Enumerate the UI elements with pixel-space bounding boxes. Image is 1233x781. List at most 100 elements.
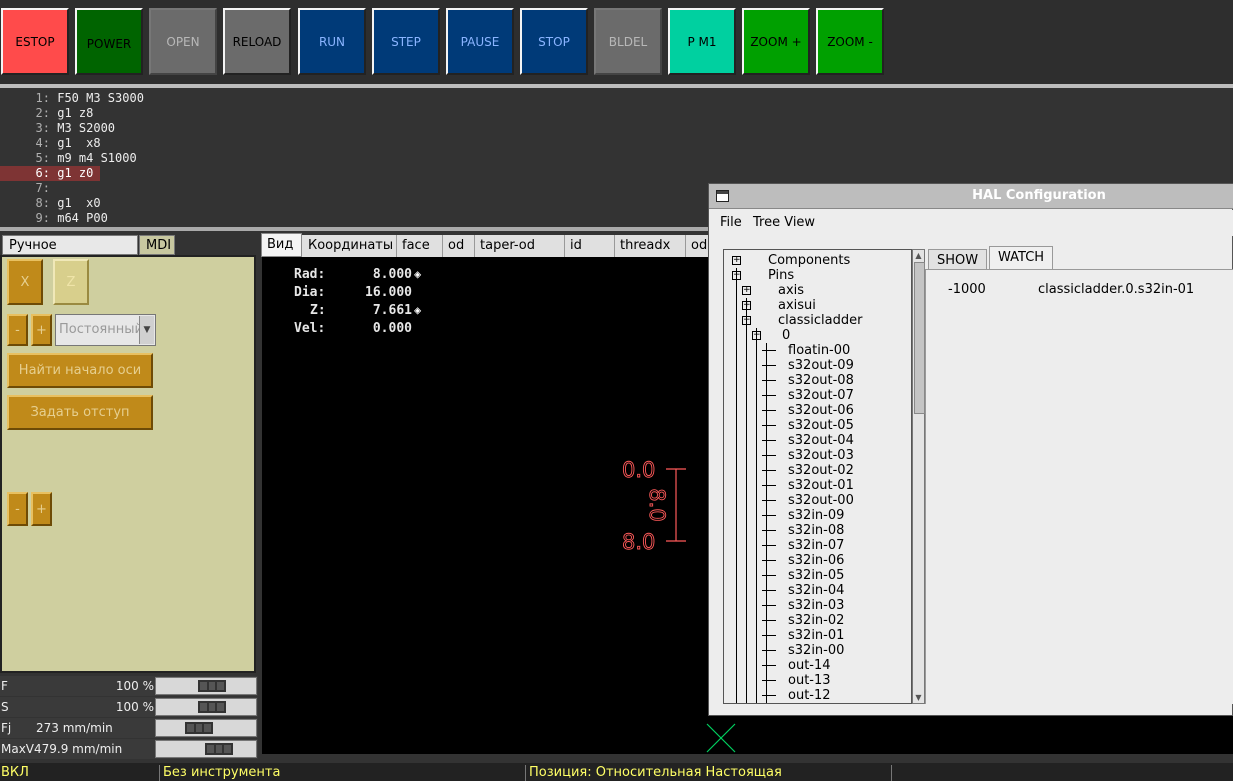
- gcode-line[interactable]: 6: g1 z0: [0, 166, 100, 181]
- toolbar-button-reload[interactable]: RELOAD: [223, 8, 291, 75]
- hal-title-bar[interactable]: HAL Configuration: [709, 184, 1233, 209]
- touch-off-button[interactable]: Задать отступ: [7, 395, 153, 430]
- tab-manual-control[interactable]: Ручное управление: [2, 235, 138, 273]
- toolbar-button-estop[interactable]: ESTOP: [1, 8, 69, 75]
- gcode-line-text: M3 S2000: [57, 121, 116, 135]
- tree-connector: [762, 530, 776, 531]
- tree-connector: [762, 680, 776, 681]
- view-tab-вид[interactable]: Вид: [261, 233, 302, 257]
- slider-track[interactable]: [155, 698, 257, 716]
- jog-plus-button[interactable]: +: [31, 314, 52, 346]
- gcode-line-text: m64 P00: [57, 211, 108, 225]
- expand-icon[interactable]: +: [732, 256, 741, 265]
- gcode-line-number: 8:: [35, 196, 50, 210]
- tree-item-label: s32in-05: [788, 568, 845, 583]
- view-tab-координаты[interactable]: Координаты: [303, 235, 397, 257]
- hal-tree-view[interactable]: +Components−Pins+axis+axisui−classicladd…: [723, 249, 912, 704]
- toolbar-button-step[interactable]: STEP: [372, 8, 440, 75]
- tree-item-label: s32in-06: [788, 553, 845, 568]
- gcode-line-number: 4:: [35, 136, 50, 150]
- chevron-down-icon[interactable]: ▼: [139, 316, 154, 344]
- tab-mdi[interactable]: MDI: [139, 235, 175, 255]
- slider-thumb[interactable]: [185, 722, 213, 734]
- tab-watch[interactable]: WATCH: [989, 246, 1054, 271]
- toolbar-button-open[interactable]: OPEN: [149, 8, 217, 75]
- gcode-line[interactable]: 9: m64 P00: [0, 211, 108, 226]
- view-tab-threadx[interactable]: threadx: [615, 235, 686, 257]
- toolbar-button-power[interactable]: POWER: [75, 8, 143, 75]
- jog-minus-button[interactable]: -: [7, 314, 28, 346]
- slider-row-f: F 100 %: [0, 676, 258, 696]
- dimension-value-label: 8.0: [645, 488, 669, 521]
- slider-track[interactable]: [155, 677, 257, 695]
- toolbar-button-run[interactable]: RUN: [298, 8, 366, 75]
- slider-row-fj: Fj 273 mm/min: [0, 718, 258, 738]
- expand-icon[interactable]: +: [742, 286, 751, 295]
- tree-connector: [762, 650, 776, 651]
- spindle-plus-button[interactable]: +: [31, 492, 52, 526]
- spindle-minus-button[interactable]: -: [7, 492, 28, 526]
- tree-item-label: s32in-02: [788, 613, 845, 628]
- tree-item-label: s32out-06: [788, 403, 854, 418]
- toolbar-button-bldel[interactable]: BLDEL: [594, 8, 662, 75]
- slider-thumb[interactable]: [198, 701, 226, 713]
- slider-thumb[interactable]: [198, 680, 226, 692]
- dro-value: 16.000: [365, 285, 412, 300]
- toolbar-button-pause[interactable]: PAUSE: [446, 8, 514, 75]
- toolbar-button-zoom-[interactable]: ZOOM -: [816, 8, 884, 75]
- tree-item-label: out-12: [788, 688, 831, 703]
- tree-item-label: s32out-01: [788, 478, 854, 493]
- tree-scrollbar-thumb[interactable]: [914, 262, 925, 414]
- menu-file[interactable]: File: [720, 215, 742, 230]
- tree-item-label: s32in-07: [788, 538, 845, 553]
- scroll-up-icon[interactable]: ▲: [913, 250, 924, 261]
- gcode-horizontal-scrollbar[interactable]: [0, 227, 708, 231]
- gcode-line[interactable]: 5: m9 m4 S1000: [0, 151, 137, 166]
- hal-configuration-window: HAL Configuration File Tree View + Compon…: [708, 183, 1233, 716]
- gcode-line[interactable]: 3: M3 S2000: [0, 121, 115, 136]
- tab-show[interactable]: SHOW: [928, 249, 988, 271]
- slider-track[interactable]: [155, 740, 257, 758]
- gcode-line-text: g1 x0: [57, 196, 101, 210]
- view-tab-id[interactable]: id: [565, 235, 615, 257]
- tree-item-label: s32out-05: [788, 418, 854, 433]
- jog-mode-select[interactable]: Постоянный ▼: [55, 314, 156, 346]
- view-tab-od[interactable]: od: [443, 235, 475, 257]
- tree-connector: [762, 515, 776, 516]
- jog-mode-value: Постоянный: [59, 322, 143, 337]
- gcode-line[interactable]: 1: F50 M3 S3000: [0, 91, 144, 106]
- origin-axes-icon: [706, 723, 736, 753]
- tree-scrollbar[interactable]: ▲ ▼: [912, 249, 925, 704]
- view-tab-bar: ВидКоординатыfaceodtaper-odidthreadxodpr…: [261, 233, 791, 257]
- scroll-down-icon[interactable]: ▼: [913, 692, 924, 703]
- menu-tree-view[interactable]: Tree View: [753, 215, 815, 230]
- tree-item-label: s32out-04: [788, 433, 854, 448]
- toolbar-button-p-m1[interactable]: P M1: [668, 8, 736, 75]
- slider-label: Fj: [1, 721, 12, 735]
- tree-connector: [762, 545, 776, 546]
- dro-row: Vel: 0.000: [294, 321, 412, 337]
- gcode-line[interactable]: 8: g1 x0: [0, 196, 101, 211]
- tree-item-label: Pins: [768, 268, 795, 283]
- axis-z-button[interactable]: Z: [53, 259, 89, 305]
- left-tab-bar: Ручное управление MDI: [0, 233, 258, 273]
- dro-value: 0.000: [372, 321, 412, 336]
- crosshair-icon: ◈: [414, 303, 422, 317]
- gcode-line[interactable]: 2: g1 z8: [0, 106, 94, 121]
- manual-control-panel: X Z - + Постоянный ▼ Найти начало оси За…: [0, 255, 256, 673]
- toolbar-button-zoom-[interactable]: ZOOM +: [742, 8, 810, 75]
- tree-connector: [762, 470, 776, 471]
- home-axis-button[interactable]: Найти начало оси: [7, 353, 153, 388]
- slider-thumb[interactable]: [205, 743, 233, 755]
- view-tab-face[interactable]: face: [397, 235, 443, 257]
- dro-label: Vel:: [294, 321, 326, 336]
- machine-state: ВКЛ: [0, 765, 160, 781]
- toolbar-button-stop[interactable]: STOP: [520, 8, 588, 75]
- axis-x-button[interactable]: X: [7, 259, 43, 305]
- gcode-line[interactable]: 4: g1 x8: [0, 136, 101, 151]
- view-tab-taper-od[interactable]: taper-od: [475, 235, 565, 257]
- slider-track[interactable]: [155, 719, 257, 737]
- gcode-line[interactable]: 7:: [0, 181, 57, 196]
- slider-label: F: [1, 679, 8, 693]
- dro-label: Rad:: [294, 267, 326, 282]
